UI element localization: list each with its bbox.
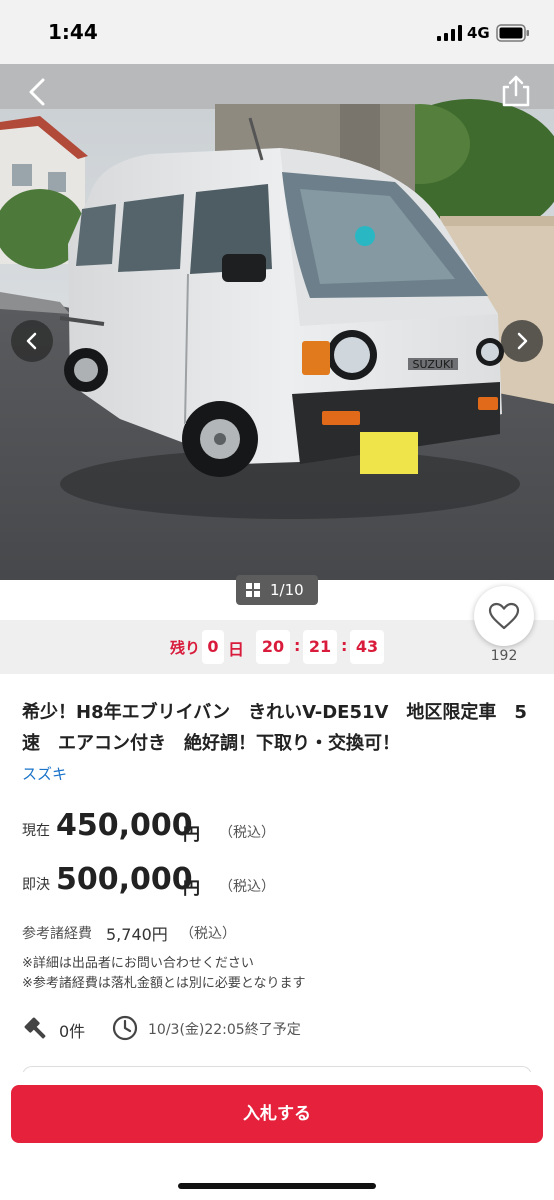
grid-icon [246, 583, 260, 597]
countdown-minutes: 21 [303, 630, 337, 664]
fee-note: ※詳細は出品者にお問い合わせください [22, 956, 254, 971]
status-time: 1:44 [48, 20, 98, 44]
gavel-icon [24, 1017, 46, 1039]
countdown-label: 残り [170, 639, 201, 657]
countdown-sep: : [341, 636, 348, 655]
current-price-unit: 円 [183, 825, 200, 845]
status-bar: 1:44 4G [0, 0, 554, 64]
image-counter: 1/10 [270, 581, 304, 599]
countdown-bar: 残り 0 日 20 : 21 : 43 [0, 620, 554, 674]
item-title: 希少！H8年エブリイバン きれいV-DE51V 地区限定車 5速 エアコン付き … [22, 702, 527, 754]
fee-value: 5,740円 [106, 925, 168, 944]
end-time: 10/3(金)22:05終了予定 [148, 1022, 301, 1038]
buyout-price-label: 即決 [22, 877, 50, 893]
bid-count: 0件 [59, 1022, 86, 1041]
item-photo[interactable]: SUZUKI [0, 64, 554, 580]
van-photo-image: SUZUKI [0, 64, 554, 580]
heart-icon [488, 602, 520, 630]
fee-tax: （税込） [180, 926, 236, 942]
countdown-hours: 20 [256, 630, 290, 664]
buyout-price-tax: （税込） [219, 879, 275, 895]
battery-icon [496, 24, 529, 42]
buyout-price-unit: 円 [183, 879, 200, 899]
home-indicator[interactable] [178, 1183, 376, 1189]
clock-icon [112, 1015, 138, 1041]
back-icon[interactable] [22, 76, 54, 108]
share-icon[interactable] [500, 74, 532, 108]
current-price-value: 450,000 [56, 808, 193, 843]
chevron-right-icon [517, 332, 528, 350]
buyout-price-value: 500,000 [56, 862, 193, 897]
fee-label: 参考諸経費 [22, 926, 92, 942]
current-price-tax: （税込） [219, 825, 275, 841]
brand-link[interactable]: スズキ [22, 763, 67, 784]
watch-button[interactable] [474, 586, 534, 646]
chevron-left-icon [26, 332, 37, 350]
bid-button[interactable]: 入札する [11, 1085, 543, 1143]
watch-count: 192 [490, 648, 518, 664]
network-label: 4G [467, 24, 490, 42]
prev-image-button[interactable] [11, 320, 53, 362]
countdown-day-unit: 日 [228, 640, 245, 659]
next-image-button[interactable] [501, 320, 543, 362]
brand-emblem-text: SUZUKI [413, 358, 454, 371]
fee-note: ※参考諸経費は落札金額とは別に必要となります [22, 976, 306, 991]
image-pager[interactable]: 1/10 [236, 575, 318, 605]
auction-meta: 0件 10/3(金)22:05終了予定 [22, 1012, 532, 1044]
countdown-days: 0 [202, 630, 224, 664]
countdown-sep: : [294, 636, 301, 655]
countdown-seconds: 43 [350, 630, 384, 664]
current-price-label: 現在 [22, 823, 50, 839]
signal-icon [437, 25, 462, 41]
